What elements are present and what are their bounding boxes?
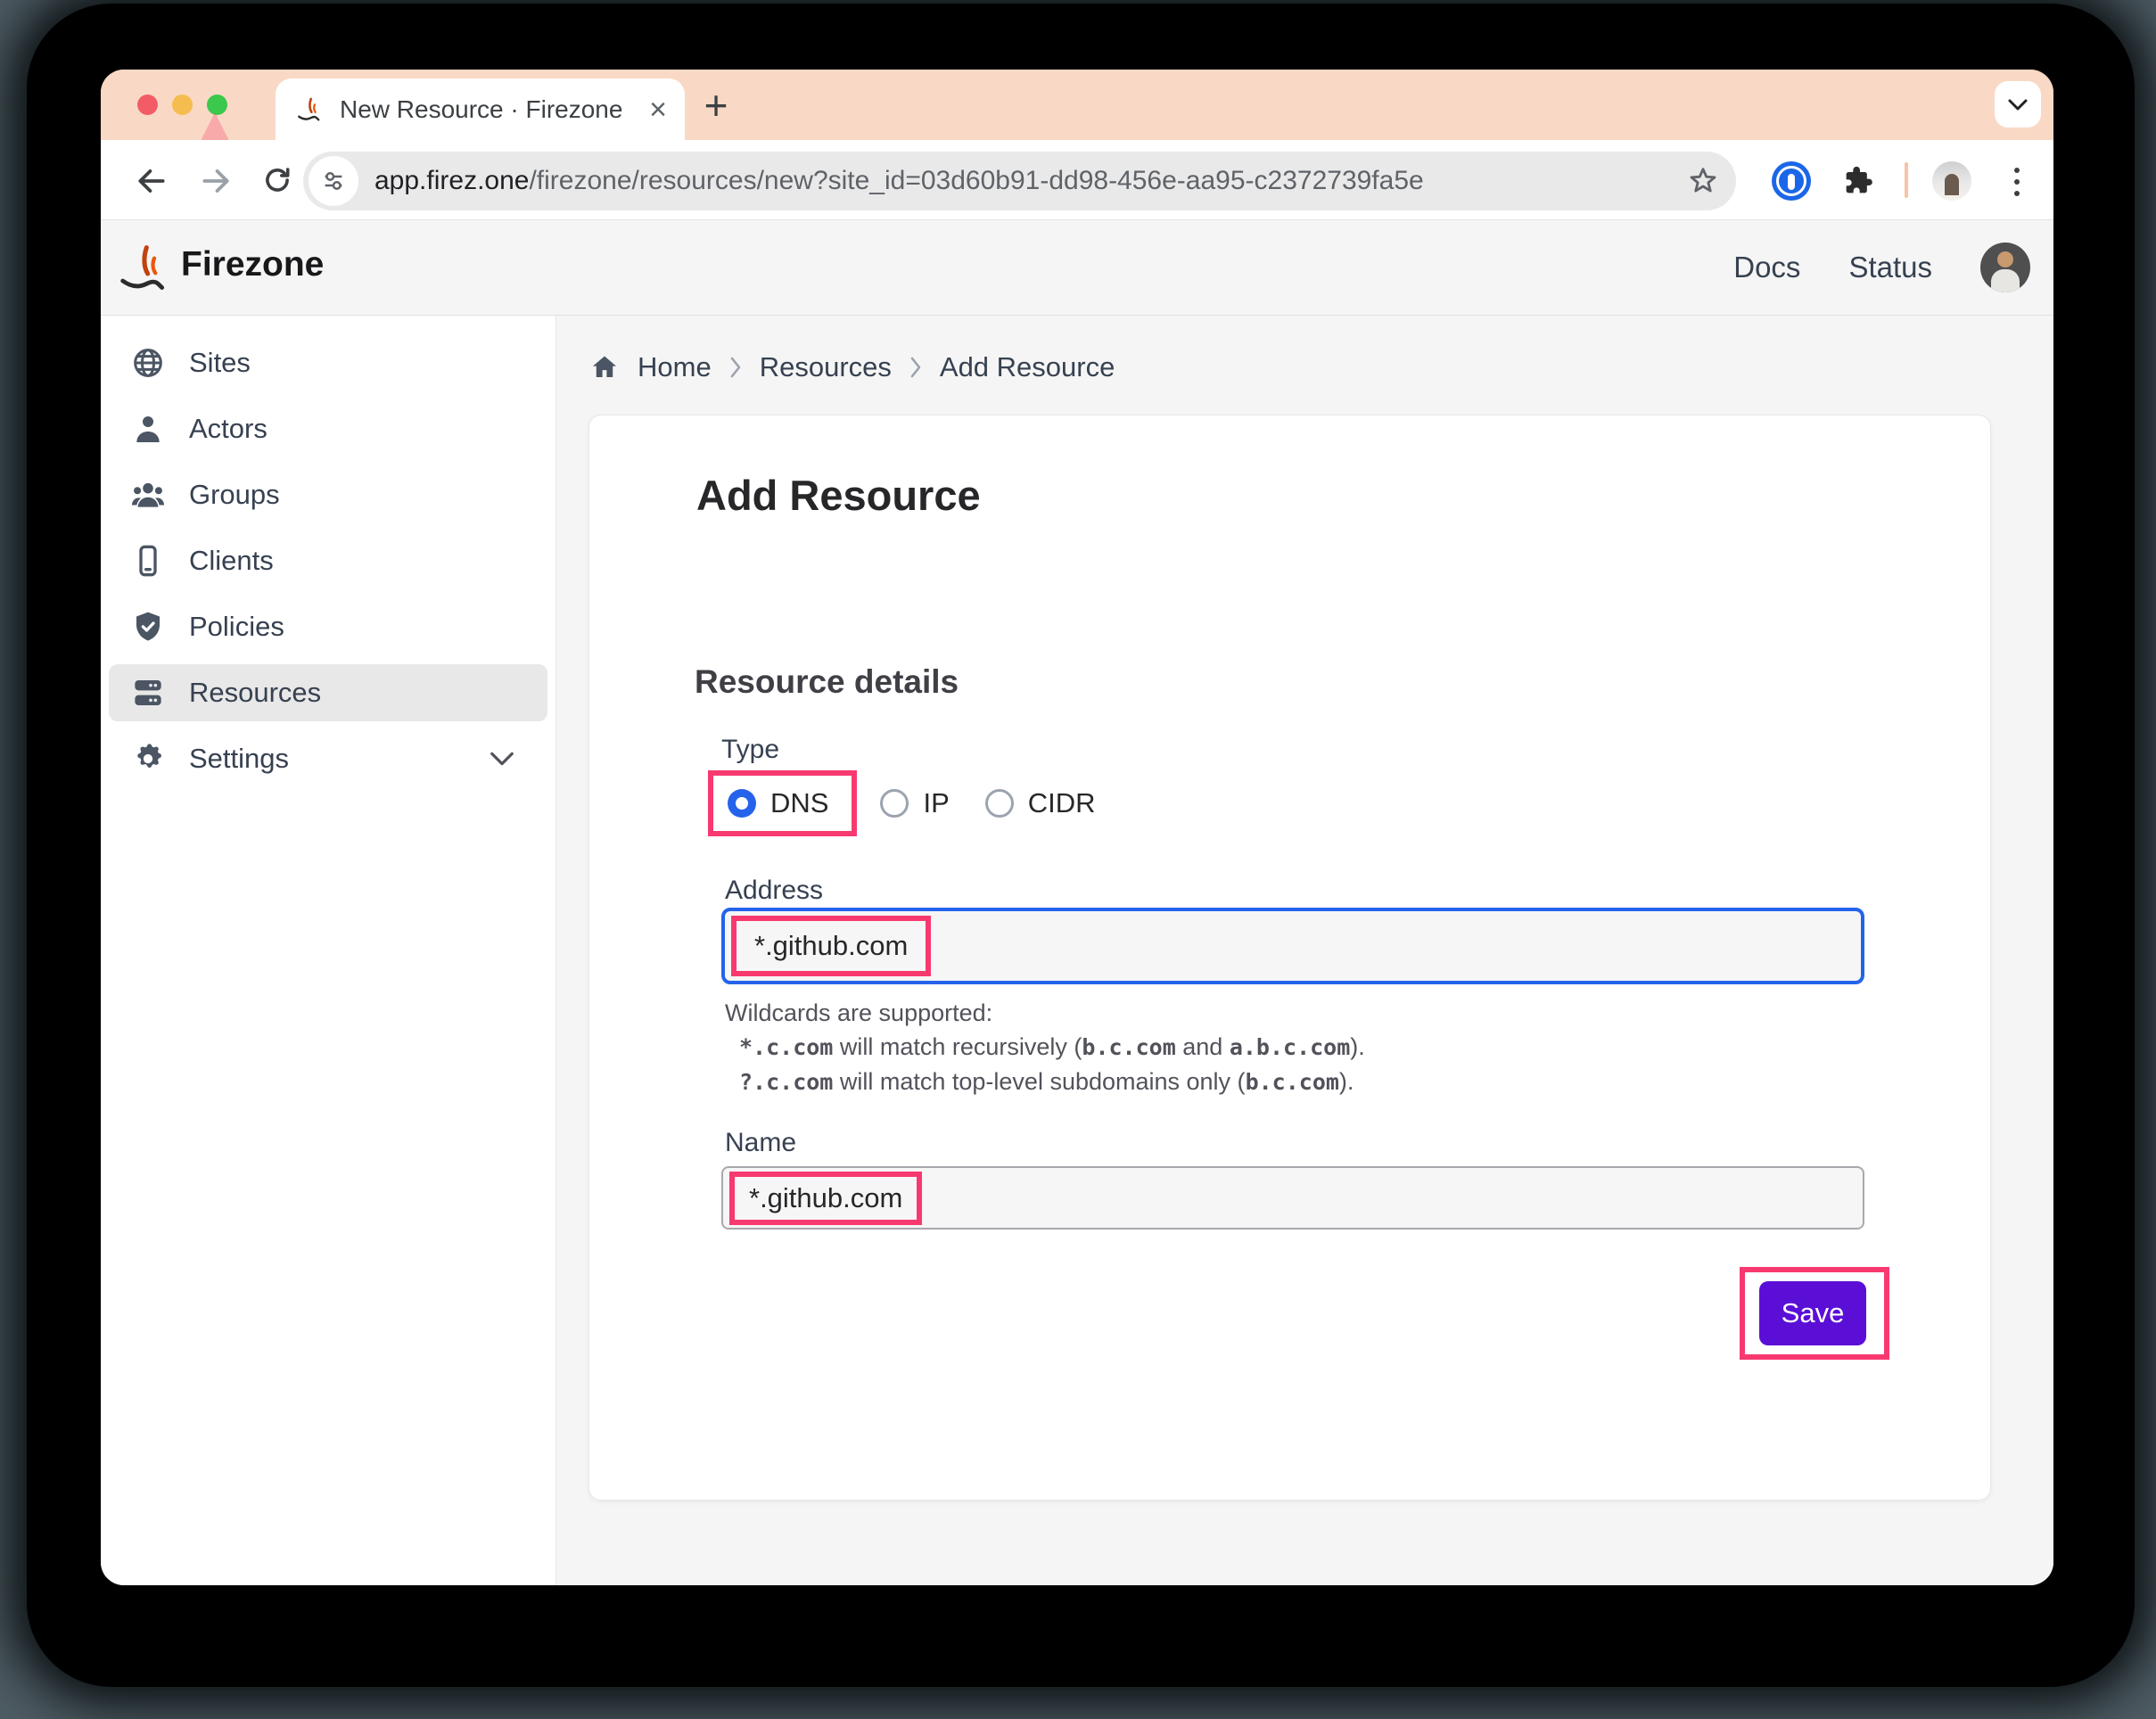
shield-check-icon [127, 605, 169, 648]
sidebar-item-sites[interactable]: Sites [109, 334, 547, 391]
minimize-window-button[interactable] [172, 95, 193, 115]
annotation-box-address-value: *.github.com [731, 916, 931, 976]
puzzle-icon [1839, 163, 1875, 199]
page-title: Add Resource [696, 471, 981, 520]
sidebar-item-label: Resources [189, 677, 321, 709]
save-button[interactable]: Save [1759, 1281, 1866, 1345]
docs-link[interactable]: Docs [1733, 251, 1800, 284]
url-host: app.firez.one [374, 166, 529, 195]
sidebar-item-policies[interactable]: Policies [109, 598, 547, 655]
brand-name[interactable]: Firezone [181, 245, 324, 284]
firezone-logo-icon [117, 238, 174, 295]
sidebar-item-settings[interactable]: Settings [109, 730, 547, 787]
sidebar-item-label: Actors [189, 413, 267, 445]
mobile-icon [127, 539, 169, 582]
breadcrumb-home[interactable]: Home [638, 351, 712, 383]
radio-ip[interactable] [880, 789, 909, 818]
sidebar-item-label: Groups [189, 479, 280, 511]
user-icon [127, 407, 169, 450]
globe-icon [127, 341, 169, 384]
sidebar-item-groups[interactable]: Groups [109, 466, 547, 523]
reload-button[interactable] [261, 164, 295, 198]
site-info-icon [320, 168, 347, 194]
type-radio-group: DNS IP CIDR [708, 770, 1096, 836]
back-arrow-icon [135, 164, 169, 198]
radio-option-ip[interactable]: IP [880, 787, 949, 819]
status-link[interactable]: Status [1848, 251, 1932, 284]
tab-search-button[interactable] [1995, 81, 2041, 127]
chevron-down-icon [2007, 98, 2028, 111]
breadcrumb-add-resource: Add Resource [940, 351, 1115, 383]
section-title: Resource details [695, 663, 959, 701]
sidebar-item-label: Sites [189, 347, 251, 379]
breadcrumb-chevron-icon [909, 356, 922, 379]
annotation-box-name-value: *.github.com [729, 1172, 922, 1225]
user-avatar[interactable] [1980, 243, 2030, 292]
breadcrumb: Home Resources Add Resource [589, 351, 1115, 383]
radio-cidr[interactable] [985, 789, 1014, 818]
radio-option-cidr[interactable]: CIDR [985, 787, 1096, 819]
radio-dns[interactable] [728, 789, 756, 818]
new-tab-button[interactable]: + [696, 86, 736, 125]
address-field-label: Address [725, 876, 823, 906]
browser-window: New Resource · Firezone × + [101, 70, 2053, 1585]
firezone-favicon-icon [295, 95, 325, 125]
wildcard-help-line: *.c.com will match recursively (b.c.com … [725, 1032, 1365, 1062]
sidebar-item-label: Clients [189, 545, 274, 577]
sidebar-item-clients[interactable]: Clients [109, 532, 547, 589]
sidebar-item-label: Settings [189, 743, 289, 775]
gear-icon [127, 737, 169, 780]
app-header: Firezone Docs Status [101, 220, 2053, 316]
browser-tab[interactable]: New Resource · Firezone × [276, 78, 685, 140]
sidebar: Sites Actors Groups [101, 316, 556, 1585]
breadcrumb-chevron-icon [729, 356, 742, 379]
name-input[interactable]: *.github.com [721, 1166, 1864, 1230]
password-manager-extension-icon[interactable] [1772, 161, 1811, 201]
chevron-down-icon [489, 751, 515, 767]
wildcard-help: Wildcards are supported: *.c.com will ma… [725, 999, 1365, 1097]
browser-profile-avatar[interactable] [1932, 161, 1971, 201]
back-button[interactable] [135, 164, 169, 198]
tab-strip: New Resource · Firezone × + [101, 70, 2053, 140]
tab-title: New Resource · Firezone [340, 95, 635, 124]
type-field-label: Type [721, 735, 779, 765]
annotation-box-save: Save [1740, 1267, 1889, 1360]
close-tab-icon[interactable]: × [649, 95, 667, 125]
toolbar-divider [1905, 162, 1908, 198]
site-info-button[interactable] [309, 156, 358, 206]
annotation-pointer-artifact [201, 112, 229, 141]
home-icon[interactable] [589, 352, 620, 382]
main-content: Home Resources Add Resource Add Resource… [556, 316, 2053, 1585]
wildcard-help-line: ?.c.com will match top-level subdomains … [725, 1067, 1365, 1097]
users-icon [127, 473, 169, 516]
bookmark-star-button[interactable] [1686, 164, 1720, 198]
annotation-box-dns: DNS [708, 770, 857, 836]
address-input[interactable]: *.github.com [721, 908, 1864, 984]
browser-toolbar: app.firez.one/firezone/resources/new?sit… [101, 140, 2053, 220]
star-icon [1686, 164, 1720, 198]
browser-menu-button[interactable] [2014, 162, 2021, 202]
radio-cidr-label[interactable]: CIDR [1028, 787, 1096, 819]
name-input-value: *.github.com [749, 1182, 902, 1214]
url-path: /firezone/resources/new?site_id=03d60b91… [529, 166, 1423, 195]
address-input-value: *.github.com [754, 930, 908, 962]
sidebar-item-label: Policies [189, 611, 284, 643]
sidebar-item-actors[interactable]: Actors [109, 400, 547, 457]
forward-arrow-icon [199, 164, 233, 198]
name-field-label: Name [725, 1128, 796, 1158]
forward-button[interactable] [199, 164, 233, 198]
breadcrumb-resources[interactable]: Resources [760, 351, 892, 383]
radio-dns-label[interactable]: DNS [770, 787, 828, 819]
extensions-button[interactable] [1839, 163, 1873, 197]
wildcard-help-intro: Wildcards are supported: [725, 999, 1365, 1027]
server-stack-icon [127, 671, 169, 714]
url-text: app.firez.one/firezone/resources/new?sit… [374, 166, 1686, 196]
sidebar-item-resources[interactable]: Resources [109, 664, 547, 721]
address-bar[interactable]: app.firez.one/firezone/resources/new?sit… [303, 152, 1736, 210]
add-resource-card: Add Resource Resource details Type DNS I… [588, 415, 1991, 1501]
close-window-button[interactable] [137, 95, 158, 115]
reload-icon [261, 164, 293, 196]
radio-ip-label[interactable]: IP [923, 787, 949, 819]
